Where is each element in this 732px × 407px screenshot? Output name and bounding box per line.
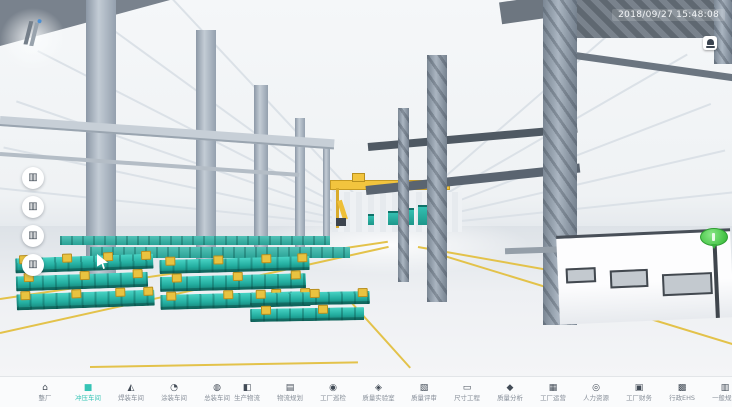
alert-exclamation-icon: [712, 233, 715, 241]
module-factory-inspection[interactable]: ◉ 工厂巡检: [318, 383, 348, 403]
module-button-group: ◧ 生产物流 ▤ 物流规划 ◉ 工厂巡检 ◈ 质量实验室 ▧ 质量评审 ▭ 尺寸…: [232, 383, 732, 403]
tab-assembly-workshop[interactable]: ◍ 总装车间: [202, 383, 232, 403]
flask-icon: ◈: [375, 383, 382, 393]
welding-icon: ◭: [128, 383, 135, 393]
notification-bell-button[interactable]: [703, 36, 717, 50]
person-icon: ◉: [329, 383, 337, 393]
module-quality-analysis[interactable]: ◆ 质量分析: [495, 383, 525, 403]
module-factory-operations[interactable]: ▦ 工厂运营: [538, 383, 568, 403]
module-logistics-planning[interactable]: ▤ 物流规划: [275, 383, 305, 403]
module-factory-finance[interactable]: ▣ 工厂财务: [624, 383, 654, 403]
ruler-icon: ▭: [463, 383, 472, 393]
side-dashboard-button-2[interactable]: ▥: [22, 196, 44, 218]
side-dashboard-button-4[interactable]: ▥: [22, 254, 44, 276]
logo-dot: [37, 19, 42, 24]
document-check-icon: ▧: [420, 383, 429, 393]
painting-icon: ◔: [170, 383, 178, 393]
dashboard-monitor-icon: ▥: [28, 173, 37, 183]
bottom-toolbar: ⌂ 整厂 ■ 冲压车间 ◭ 焊装车间 ◔ 涂装车间 ◍ 总装车间 ◧: [0, 376, 732, 407]
chart-icon: ▦: [549, 383, 558, 393]
digital-twin-app: 2018/09/27 15:48:08 ▥ ▥ ▥ ▥ ⌂ 整厂 ■ 冲压车间 …: [0, 0, 732, 407]
people-icon: ◎: [592, 383, 600, 393]
module-production-logistics[interactable]: ◧ 生产物流: [232, 383, 262, 403]
scene-viewport-3d[interactable]: 2018/09/27 15:48:08 ▥ ▥ ▥ ▥: [0, 0, 732, 376]
tab-painting-workshop[interactable]: ◔ 涂装车间: [159, 383, 189, 403]
robot-base: [336, 218, 346, 226]
lattice-column: [427, 55, 447, 302]
bell-icon: [707, 39, 714, 45]
enclosure-window: [566, 267, 597, 283]
module-dimensional-engineering[interactable]: ▭ 尺寸工程: [452, 383, 482, 403]
dashboard-monitor-icon: ▥: [28, 231, 37, 241]
briefcase-icon: ▣: [635, 383, 644, 393]
dashboard-monitor-icon: ▥: [28, 260, 37, 270]
truck-icon: ◧: [243, 383, 252, 393]
module-general-planning[interactable]: ▥ 一般规划: [710, 383, 732, 403]
assembly-icon: ◍: [213, 383, 221, 393]
clipboard-icon: ▤: [286, 383, 295, 393]
workshop-tab-group: ⌂ 整厂 ■ 冲压车间 ◭ 焊装车间 ◔ 涂装车间 ◍ 总装车间: [30, 383, 232, 403]
module-quality-review[interactable]: ▧ 质量评审: [409, 383, 439, 403]
file-icon: ▥: [721, 383, 730, 393]
die-row-distant: [60, 236, 330, 245]
grid-icon: ▩: [678, 383, 687, 393]
side-dashboard-button-3[interactable]: ▥: [22, 225, 44, 247]
dashboard-monitor-icon: ▥: [28, 202, 37, 212]
side-dashboard-button-1[interactable]: ▥: [22, 167, 44, 189]
clock-timestamp: 2018/09/27 15:48:08: [612, 9, 725, 21]
die-stack: [250, 291, 371, 325]
roof-rail: [575, 52, 732, 81]
module-admin-ehs[interactable]: ▩ 行政EHS: [667, 383, 697, 403]
bell-icon-base: [706, 46, 715, 48]
tab-stamping-workshop[interactable]: ■ 冲压车间: [73, 383, 103, 403]
green-alert-marker[interactable]: [700, 228, 728, 246]
distant-machine: [388, 211, 398, 225]
shield-icon: ◆: [507, 383, 514, 393]
steel-column: [323, 142, 330, 244]
module-quality-lab[interactable]: ◈ 质量实验室: [361, 383, 396, 403]
lattice-column: [398, 108, 409, 282]
enclosure-window: [610, 269, 649, 289]
distant-machine: [368, 214, 374, 225]
factory-icon: ⌂: [42, 383, 48, 393]
crane-trolley: [352, 173, 365, 182]
stamping-icon: ■: [84, 383, 93, 393]
module-human-resources[interactable]: ◎ 人力资源: [581, 383, 611, 403]
tab-welding-workshop[interactable]: ◭ 焊装车间: [116, 383, 146, 403]
enclosure-window: [662, 272, 713, 296]
tab-whole-plant[interactable]: ⌂ 整厂: [30, 383, 60, 403]
